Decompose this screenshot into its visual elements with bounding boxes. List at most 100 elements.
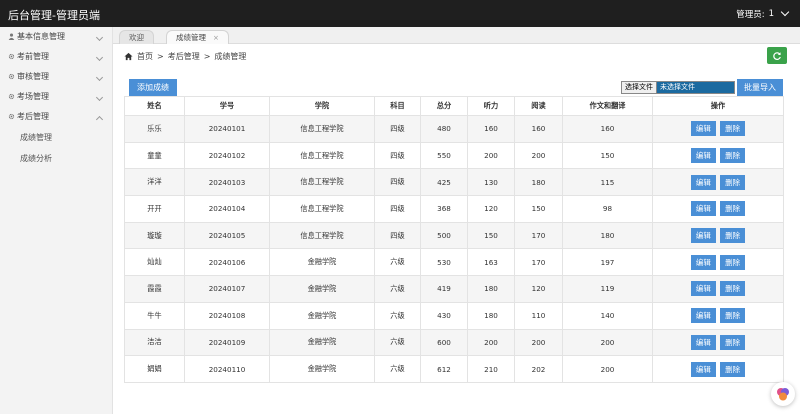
sidebar-item-label: 审核管理: [17, 72, 49, 81]
edit-button[interactable]: 编辑: [690, 334, 716, 350]
delete-button[interactable]: 删除: [720, 361, 746, 377]
cell-subject: 四级: [374, 168, 421, 197]
delete-button[interactable]: 删除: [720, 281, 746, 297]
scores-table: 姓名 学号 学院 科目 总分 听力 阅读 作文和翻译 操作 乐乐 2024010…: [124, 96, 784, 383]
gear-icon: [8, 73, 15, 80]
column-header: 学号: [184, 96, 270, 116]
cell-name: 洁洁: [124, 328, 185, 357]
cell-college: 金融学院: [269, 328, 375, 357]
cell-student-id: 20240110: [184, 355, 270, 383]
app-title: 后台管理-管理员端: [8, 9, 100, 22]
cell-name: 乐乐: [124, 115, 185, 143]
admin-label: 管理员:: [736, 10, 765, 20]
sidebar-item-review[interactable]: 审核管理: [0, 67, 112, 87]
cell-listening: 130: [467, 168, 515, 197]
delete-button[interactable]: 删除: [720, 228, 746, 244]
file-status: 未选择文件: [657, 82, 734, 93]
main-content: 首页 > 考后管理 > 成绩管理 添加成绩 选择文件 未选择文件 批量导入 姓名…: [113, 44, 800, 414]
cell-total: 425: [420, 168, 468, 197]
delete-button[interactable]: 删除: [720, 308, 746, 324]
column-header: 学院: [269, 96, 375, 116]
edit-button[interactable]: 编辑: [690, 254, 716, 270]
sidebar-item-post-exam[interactable]: 考后管理: [0, 107, 112, 127]
cell-subject: 四级: [374, 195, 421, 223]
cell-name: 灿灿: [124, 248, 185, 277]
cell-writing-translation: 180: [562, 221, 653, 250]
tab-welcome[interactable]: 欢迎: [119, 30, 154, 44]
edit-button[interactable]: 编辑: [690, 174, 716, 190]
delete-button[interactable]: 删除: [720, 148, 746, 164]
close-icon[interactable]: ×: [213, 34, 219, 42]
breadcrumb-level1[interactable]: 考后管理: [168, 51, 200, 62]
cell-reading: 170: [514, 221, 563, 250]
cell-student-id: 20240104: [184, 195, 270, 223]
cell-college: 信息工程学院: [269, 221, 375, 250]
delete-button[interactable]: 删除: [720, 121, 746, 137]
person-icon: [8, 33, 15, 40]
cell-subject: 四级: [374, 141, 421, 170]
cell-actions: 编辑 删除: [652, 248, 784, 277]
breadcrumb-separator: >: [157, 52, 164, 61]
cell-writing-translation: 115: [562, 168, 653, 197]
column-header: 听力: [467, 96, 515, 116]
cell-listening: 210: [467, 355, 515, 383]
cell-actions: 编辑 删除: [652, 328, 784, 357]
table-row: 洁洁 20240109 金融学院 六级 600 200 200 200 编辑 删…: [124, 328, 784, 357]
cell-student-id: 20240101: [184, 115, 270, 143]
edit-button[interactable]: 编辑: [690, 228, 716, 244]
cell-writing-translation: 200: [562, 355, 653, 383]
sidebar-item-basic-info[interactable]: 基本信息管理: [0, 27, 112, 47]
cell-subject: 六级: [374, 275, 421, 303]
edit-button[interactable]: 编辑: [690, 121, 716, 137]
sidebar-item-pre-exam[interactable]: 考前管理: [0, 47, 112, 67]
sidebar-subitem-score-management[interactable]: 成绩管理: [0, 127, 112, 148]
delete-button[interactable]: 删除: [720, 174, 746, 190]
sidebar-subitem-score-analysis[interactable]: 成绩分析: [0, 148, 112, 169]
cell-actions: 编辑 删除: [652, 141, 784, 170]
assistant-widget[interactable]: [771, 382, 795, 406]
tab-score-management[interactable]: 成绩管理 ×: [166, 30, 229, 44]
cell-college: 信息工程学院: [269, 168, 375, 197]
edit-button[interactable]: 编辑: [690, 281, 716, 297]
batch-import-button[interactable]: 批量导入: [737, 79, 783, 96]
delete-button[interactable]: 删除: [720, 254, 746, 270]
cell-reading: 110: [514, 301, 563, 330]
admin-menu[interactable]: 管理员: 1: [736, 7, 790, 20]
cell-listening: 200: [467, 328, 515, 357]
chevron-down-icon: [95, 53, 104, 62]
cell-student-id: 20240107: [184, 275, 270, 303]
file-picker[interactable]: 选择文件 未选择文件: [621, 81, 735, 94]
chevron-down-icon: [95, 73, 104, 82]
cell-listening: 200: [467, 141, 515, 170]
cell-actions: 编辑 删除: [652, 355, 784, 383]
breadcrumb-home[interactable]: 首页: [137, 51, 153, 62]
cell-college: 金融学院: [269, 301, 375, 330]
chevron-down-icon: [95, 33, 104, 42]
admin-value: 1: [768, 9, 774, 19]
cell-writing-translation: 150: [562, 141, 653, 170]
cell-reading: 180: [514, 168, 563, 197]
delete-button[interactable]: 删除: [720, 201, 746, 217]
chevron-up-icon: [95, 115, 104, 124]
cell-reading: 120: [514, 275, 563, 303]
cell-total: 419: [420, 275, 468, 303]
add-score-button[interactable]: 添加成绩: [129, 79, 177, 96]
breadcrumb: 首页 > 考后管理 > 成绩管理: [124, 51, 246, 62]
cell-student-id: 20240106: [184, 248, 270, 277]
cell-college: 金融学院: [269, 275, 375, 303]
refresh-button[interactable]: [767, 47, 787, 64]
cell-college: 信息工程学院: [269, 141, 375, 170]
edit-button[interactable]: 编辑: [690, 361, 716, 377]
cell-college: 金融学院: [269, 355, 375, 383]
column-header: 科目: [374, 96, 421, 116]
choose-file-button[interactable]: 选择文件: [622, 82, 657, 93]
column-header: 姓名: [124, 96, 185, 116]
delete-button[interactable]: 删除: [720, 334, 746, 350]
cell-subject: 四级: [374, 221, 421, 250]
edit-button[interactable]: 编辑: [690, 148, 716, 164]
table-row: 娟娟 20240110 金融学院 六级 612 210 202 200 编辑 删…: [124, 355, 784, 383]
cell-name: 霞霞: [124, 275, 185, 303]
edit-button[interactable]: 编辑: [690, 308, 716, 324]
edit-button[interactable]: 编辑: [690, 201, 716, 217]
sidebar-item-exam-room[interactable]: 考场管理: [0, 87, 112, 107]
